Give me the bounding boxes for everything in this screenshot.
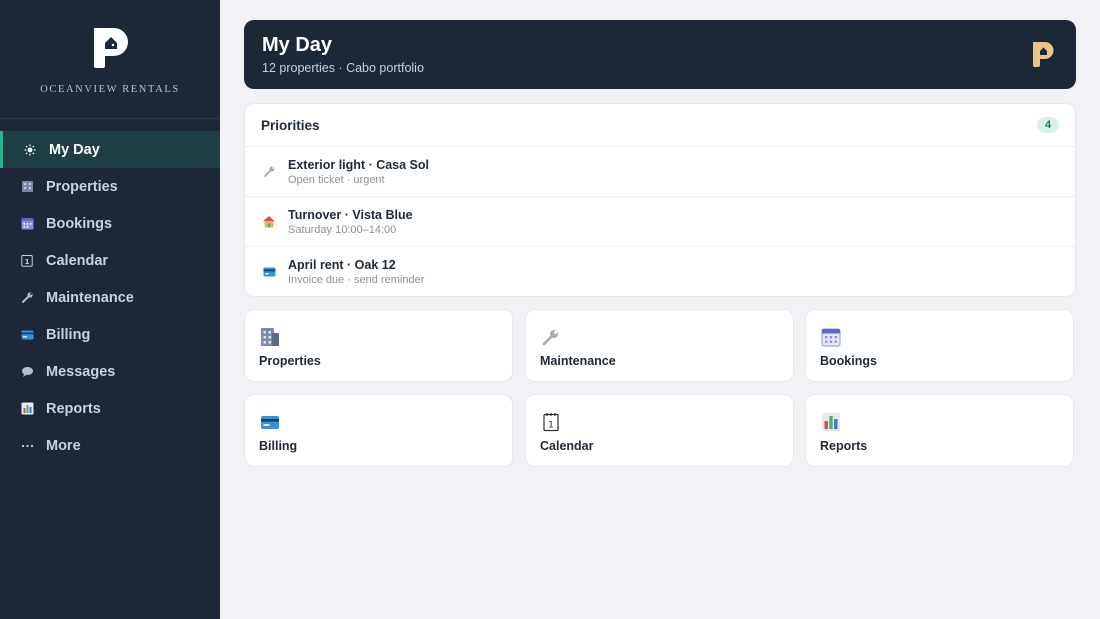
credit-card-icon: [262, 265, 276, 279]
page-subtitle: 12 properties · Cabo portfolio: [262, 61, 424, 75]
sidebar-item-calendar[interactable]: 1 Calendar: [0, 242, 220, 279]
sidebar-item-properties[interactable]: Properties: [0, 168, 220, 205]
credit-card-icon: [20, 328, 34, 342]
sidebar-nav: My Day Properties Bookings 1 Calendar Ma…: [0, 131, 220, 464]
svg-text:1: 1: [25, 258, 30, 266]
page-title: My Day: [262, 34, 333, 56]
wrench-icon: [262, 165, 276, 179]
tile-label: Reports: [820, 439, 868, 453]
sidebar: OCEANVIEW RENTALS My Day Properties Book…: [0, 0, 220, 619]
priority-detail: Invoice due · send reminder: [288, 274, 425, 286]
brand-logo-icon: [1033, 42, 1054, 67]
priority-title: Turnover · Vista Blue: [288, 207, 413, 222]
building-icon: [20, 180, 34, 194]
tile-maintenance[interactable]: Maintenance: [525, 309, 794, 382]
sidebar-item-my-day[interactable]: My Day: [0, 131, 220, 168]
calendar-day-icon: 1: [20, 254, 34, 268]
sidebar-item-label: Calendar: [46, 252, 109, 269]
sidebar-item-billing[interactable]: Billing: [0, 316, 220, 353]
priorities-card: Priorities 4 Exterior light · Casa Sol O…: [244, 103, 1076, 297]
sidebar-item-messages[interactable]: Messages: [0, 353, 220, 390]
sidebar-item-bookings[interactable]: Bookings: [0, 205, 220, 242]
priority-detail: Saturday 10:00–14:00: [288, 223, 397, 236]
sidebar-item-label: More: [46, 437, 81, 454]
tile-label: Bookings: [820, 354, 877, 368]
priorities-title: Priorities: [261, 117, 320, 133]
tile-label: Maintenance: [540, 354, 616, 368]
sidebar-item-label: My Day: [49, 141, 100, 158]
tile-billing[interactable]: Billing: [244, 394, 513, 467]
bar-chart-icon: [822, 413, 840, 431]
ellipsis-icon: [20, 439, 34, 453]
priorities-count-badge: 4: [1037, 117, 1059, 133]
priority-item[interactable]: Exterior light · Casa Sol Open ticket · …: [245, 147, 1075, 197]
sidebar-item-label: Reports: [46, 400, 101, 417]
bar-chart-icon: [20, 402, 34, 416]
wrench-icon: [542, 330, 558, 346]
priorities-header: Priorities 4: [245, 104, 1075, 147]
sun-icon: [23, 143, 37, 157]
priority-title: Exterior light · Casa Sol: [288, 157, 430, 172]
page-header: My Day 12 properties · Cabo portfolio: [244, 20, 1076, 89]
sidebar-item-label: Bookings: [46, 215, 113, 232]
calendar-grid-icon: [821, 328, 841, 347]
priority-detail: Open ticket · urgent: [288, 173, 385, 186]
brand-logo-icon: [94, 28, 128, 68]
sidebar-item-maintenance[interactable]: Maintenance: [0, 279, 220, 316]
sidebar-item-label: Billing: [46, 326, 91, 343]
wrench-icon: [20, 291, 34, 305]
sidebar-item-label: Properties: [46, 178, 118, 195]
credit-card-icon: [261, 416, 279, 429]
tile-label: Billing: [259, 439, 298, 453]
tile-calendar[interactable]: 1 Calendar: [525, 394, 794, 467]
sidebar-item-label: Messages: [46, 363, 116, 380]
sidebar-item-label: Maintenance: [46, 289, 134, 306]
tile-bookings[interactable]: Bookings: [805, 309, 1074, 382]
priority-item[interactable]: April rent · Oak 12 Invoice due · send r…: [245, 247, 1075, 296]
house-icon: [262, 215, 276, 229]
calendar-day-icon: 1: [543, 413, 559, 432]
tile-label: Calendar: [540, 439, 594, 453]
brand-name: OCEANVIEW RENTALS: [40, 84, 180, 95]
tile-properties[interactable]: Properties: [244, 309, 513, 382]
tile-reports[interactable]: Reports: [805, 394, 1074, 467]
priority-item[interactable]: Turnover · Vista Blue Saturday 10:00–14:…: [245, 197, 1075, 247]
calendar-grid-icon: [20, 217, 34, 231]
building-icon: [261, 328, 279, 346]
speech-bubble-icon: [20, 365, 34, 379]
svg-text:1: 1: [548, 421, 554, 431]
sidebar-item-more[interactable]: More: [0, 427, 220, 464]
priority-title: April rent · Oak 12: [288, 258, 396, 272]
tile-label: Properties: [259, 354, 321, 368]
brand-header: OCEANVIEW RENTALS: [0, 0, 220, 119]
sidebar-item-reports[interactable]: Reports: [0, 390, 220, 427]
